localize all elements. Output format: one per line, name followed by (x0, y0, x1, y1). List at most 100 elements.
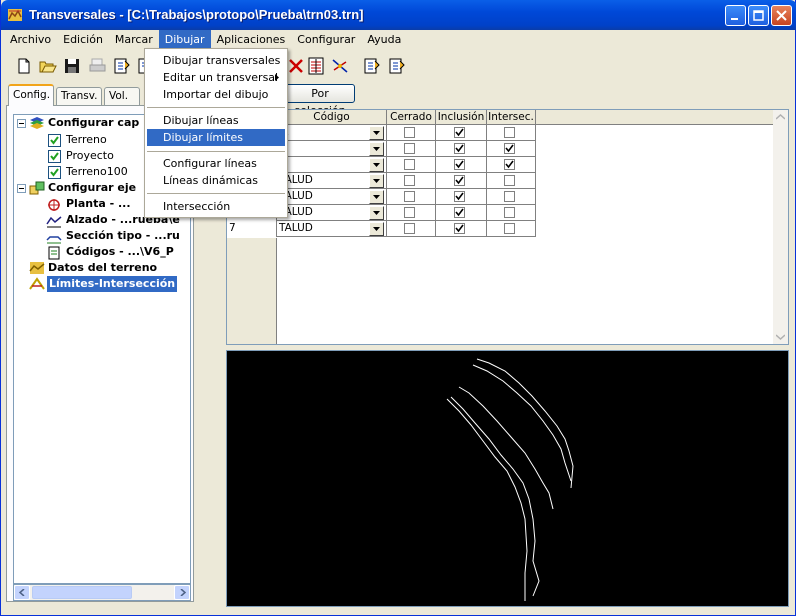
cerrado-checkbox[interactable] (404, 191, 415, 202)
inclusion-checkbox[interactable] (454, 127, 465, 138)
codigo-cell[interactable]: TALUD (277, 173, 387, 189)
codigo-cell[interactable] (277, 157, 387, 173)
scroll-right-button[interactable] (174, 585, 190, 600)
intersec-checkbox[interactable] (504, 207, 515, 218)
report-icon[interactable] (387, 56, 407, 76)
menu-item-dibujar-transversales[interactable]: Dibujar transversales (147, 52, 285, 69)
codigo-cell[interactable]: TALUD (277, 189, 387, 205)
tree-datos-terreno[interactable]: Datos del terreno (48, 260, 157, 276)
codigo-dropdown-button[interactable] (369, 126, 384, 140)
menu-dibujar[interactable]: Dibujar (158, 30, 211, 49)
tree-eje-planta[interactable]: Planta - ... (66, 196, 131, 212)
menu-separator (147, 107, 285, 108)
intersec-checkbox[interactable] (504, 191, 515, 202)
menu-marcar[interactable]: Marcar (109, 30, 159, 49)
tree-capa-proyecto[interactable]: Proyecto (66, 148, 114, 164)
tree-capa-terreno[interactable]: Terreno (66, 132, 107, 148)
cerrado-checkbox[interactable] (404, 207, 415, 218)
codigo-dropdown-button[interactable] (369, 174, 384, 188)
inclusion-checkbox[interactable] (454, 175, 465, 186)
line-tool-icon[interactable] (330, 56, 350, 76)
header-codigo[interactable]: Código (277, 110, 387, 125)
menu-item-editar-transversal[interactable]: Editar un transversal (147, 69, 285, 86)
grid-vertical-scrollbar[interactable] (773, 110, 788, 344)
tab-transv[interactable]: Transv. (56, 87, 102, 106)
export-icon[interactable] (112, 56, 132, 76)
print-icon[interactable] (88, 56, 108, 76)
collapse-icon[interactable] (17, 119, 26, 128)
menu-item-configurar-lineas[interactable]: Configurar líneas (147, 155, 285, 172)
menu-aplicaciones[interactable]: Aplicaciones (211, 30, 292, 49)
open-folder-icon[interactable] (38, 56, 58, 76)
cerrado-checkbox[interactable] (404, 143, 415, 154)
cerrado-checkbox[interactable] (404, 127, 415, 138)
header-inclusion[interactable]: Inclusión (436, 110, 487, 125)
intersec-cell (487, 205, 536, 221)
drawing-canvas[interactable] (226, 350, 789, 607)
codigo-dropdown-button[interactable] (369, 222, 384, 236)
intersec-checkbox[interactable] (504, 175, 515, 186)
menu-edicion[interactable]: Edición (57, 30, 109, 49)
menu-item-interseccion[interactable]: Intersección (147, 198, 285, 215)
inclusion-checkbox[interactable] (454, 191, 465, 202)
header-cerrado[interactable]: Cerrado (387, 110, 436, 125)
menu-ayuda[interactable]: Ayuda (361, 30, 407, 49)
cerrado-checkbox[interactable] (404, 175, 415, 186)
menu-item-dibujar-lineas[interactable]: Dibujar líneas (147, 112, 285, 129)
inclusion-checkbox[interactable] (454, 223, 465, 234)
minimize-button[interactable] (725, 5, 746, 26)
codigo-dropdown-button[interactable] (369, 206, 384, 220)
intersec-cell (487, 221, 536, 237)
checkbox-terreno100[interactable] (48, 166, 61, 179)
arrow-down-icon[interactable] (776, 334, 785, 340)
close-button[interactable] (771, 5, 792, 26)
tree-horizontal-scrollbar[interactable] (13, 584, 191, 601)
intersec-checkbox[interactable] (504, 127, 515, 138)
codigo-cell[interactable]: TALUD (277, 205, 387, 221)
inclusion-checkbox[interactable] (454, 159, 465, 170)
maximize-button[interactable] (748, 5, 769, 26)
codigo-cell[interactable]: TALUD (277, 221, 387, 237)
tree-limites-interseccion[interactable]: Límites-Intersección (47, 276, 178, 292)
inclusion-checkbox[interactable] (454, 207, 465, 218)
new-file-icon[interactable] (14, 56, 34, 76)
cerrado-checkbox[interactable] (404, 159, 415, 170)
tree-configurar-ejes[interactable]: Configurar eje (48, 180, 136, 196)
menu-archivo[interactable]: Archivo (4, 30, 57, 49)
tree-configurar-capas[interactable]: Configurar cap (48, 115, 139, 131)
menu-configurar[interactable]: Configurar (291, 30, 361, 49)
arrow-up-icon[interactable] (776, 114, 785, 120)
checkbox-terreno[interactable] (48, 134, 61, 147)
codigo-dropdown-button[interactable] (369, 142, 384, 156)
codigo-dropdown-button[interactable] (369, 190, 384, 204)
dropdown-arrow-icon (373, 179, 380, 183)
inclusion-checkbox[interactable] (454, 143, 465, 154)
row-number: 7 (227, 221, 277, 237)
collapse-icon[interactable] (17, 184, 26, 193)
intersec-checkbox[interactable] (504, 159, 515, 170)
tab-config[interactable]: Config. (8, 84, 54, 106)
scroll-thumb[interactable] (32, 586, 132, 599)
menu-item-dibujar-limites[interactable]: Dibujar límites (147, 129, 285, 146)
import-icon[interactable] (362, 56, 382, 76)
save-icon[interactable] (62, 56, 82, 76)
menu-item-lineas-dinamicas[interactable]: Líneas dinámicas (147, 172, 285, 189)
intersec-checkbox[interactable] (504, 223, 515, 234)
codigo-cell[interactable]: IE (277, 125, 387, 141)
tree-capa-terreno100[interactable]: Terreno100 (66, 164, 128, 180)
codigo-cell[interactable] (277, 141, 387, 157)
scroll-left-button[interactable] (14, 585, 30, 600)
intersec-checkbox[interactable] (504, 143, 515, 154)
tree-eje-codigos[interactable]: Códigos - ...\V6_P (66, 244, 174, 260)
delete-cross-icon[interactable] (286, 56, 306, 76)
tab-vol[interactable]: Vol. (104, 87, 140, 106)
cerrado-checkbox[interactable] (404, 223, 415, 234)
checkbox-proyecto[interactable] (48, 150, 61, 163)
header-intersec[interactable]: Intersec. (487, 110, 536, 125)
menu-item-importar-dibujo[interactable]: Importar del dibujo (147, 86, 285, 103)
title-bar[interactable]: Transversales - [C:\Trabajos\protopo\Pru… (1, 0, 796, 30)
por-seleccion-button[interactable]: Por selección (285, 84, 355, 117)
tree-eje-seccion-tipo[interactable]: Sección tipo - ...ru (66, 228, 180, 244)
codigo-dropdown-button[interactable] (369, 158, 384, 172)
table-edit-icon[interactable] (306, 56, 326, 76)
